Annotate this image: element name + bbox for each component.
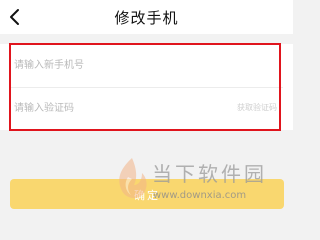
verification-code-row: 获取验证码 (0, 87, 293, 130)
verification-code-input[interactable] (14, 98, 214, 118)
new-phone-input[interactable] (14, 55, 214, 75)
new-phone-row (0, 44, 293, 87)
page-title: 修改手机 (114, 9, 179, 27)
navigation-bar: 修改手机 (0, 0, 293, 34)
watermark-url: www.downxia.com (153, 190, 247, 201)
watermark-logo-icon (119, 158, 147, 199)
change-phone-form: 获取验证码 (0, 44, 293, 130)
watermark-name: 当下软件园 (152, 162, 267, 186)
get-code-button[interactable]: 获取验证码 (237, 102, 277, 113)
